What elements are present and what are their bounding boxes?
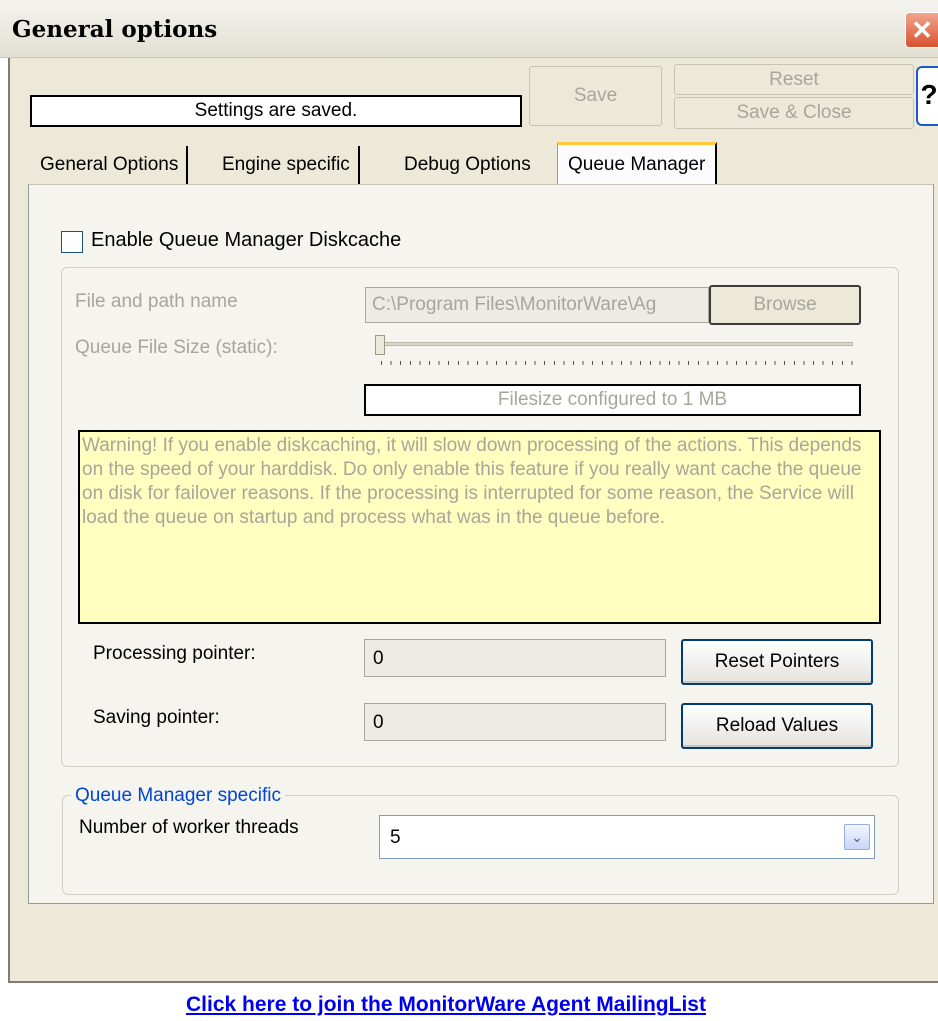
enable-diskcache-checkbox[interactable] [61,231,83,253]
browse-button[interactable]: Browse [709,285,861,325]
tab-debug-options[interactable]: Debug Options [396,146,539,184]
reload-values-button[interactable]: Reload Values [681,703,873,749]
file-path-label: File and path name [75,291,238,312]
processing-pointer-label: Processing pointer: [93,643,256,664]
saving-pointer-field: 0 [364,703,666,741]
queue-size-slider-thumb[interactable] [375,335,385,355]
processing-pointer-field: 0 [364,639,666,677]
worker-threads-select[interactable]: 5 ⌄ [379,815,875,859]
diskcache-warning: Warning! If you enable diskcaching, it w… [78,430,881,624]
save-close-button[interactable]: Save & Close [674,97,914,129]
reset-pointers-button[interactable]: Reset Pointers [681,639,873,685]
enable-diskcache-label[interactable]: Enable Queue Manager Diskcache [91,229,401,252]
save-button[interactable]: Save [529,66,662,126]
saving-pointer-label: Saving pointer: [93,707,220,728]
file-path-input[interactable]: C:\Program Files\MonitorWare\Ag [365,287,709,323]
tab-engine-specific[interactable]: Engine specific [214,146,360,184]
filesize-display: Filesize configured to 1 MB [364,384,861,416]
close-button[interactable]: ✕ [905,12,938,48]
tab-general-options[interactable]: General Options [32,146,189,184]
tab-queue-manager[interactable]: Queue Manager [557,142,718,186]
slider-ticks [381,361,853,365]
queue-manager-specific-title: Queue Manager specific [71,785,285,807]
general-options-window: General options ✕ Settings are saved. Sa… [0,0,938,1021]
chevron-down-icon[interactable]: ⌄ [844,824,870,850]
reset-button[interactable]: Reset [674,64,914,95]
help-button[interactable]: ? [916,66,938,126]
title-bar: General options ✕ [0,0,938,58]
queue-size-slider-track[interactable] [375,342,853,346]
queue-manager-panel: Enable Queue Manager Diskcache File and … [28,184,934,904]
window-title: General options [12,16,218,43]
queue-file-size-label: Queue File Size (static): [75,337,278,358]
status-message: Settings are saved. [30,95,522,127]
worker-threads-value: 5 [390,827,401,848]
mailing-list-link[interactable]: Click here to join the MonitorWare Agent… [186,993,706,1017]
worker-threads-label: Number of worker threads [79,817,299,838]
